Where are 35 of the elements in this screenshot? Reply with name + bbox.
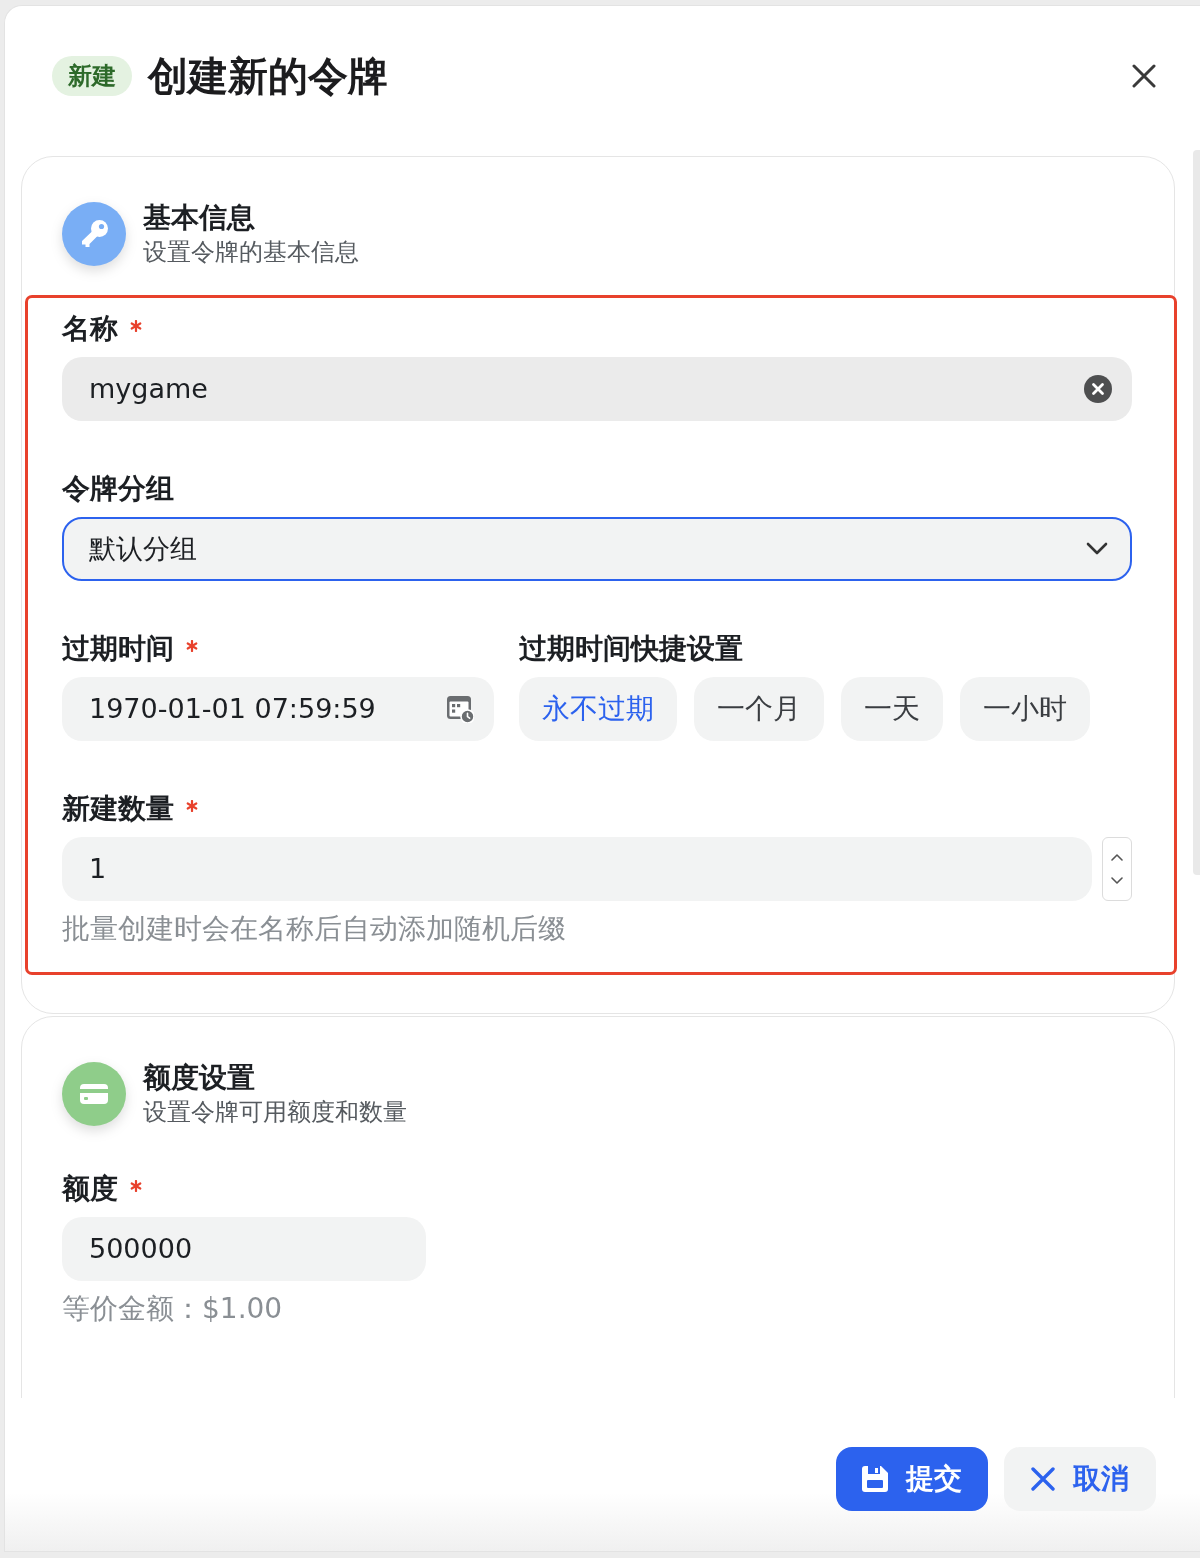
chevron-down-icon[interactable] [1086,542,1108,556]
calendar-clock-icon[interactable] [446,694,474,723]
preset-button[interactable]: 永不过期 [519,676,677,741]
field-label: 额度 [62,1172,118,1205]
chevron-down-icon[interactable] [1111,876,1123,886]
section-title: 基本信息 [143,201,256,234]
help-text: 批量创建时会在名称后自动添加随机后缀 [62,912,567,945]
section-subtitle: 设置令牌的基本信息 [143,237,359,266]
credit-card-icon [62,1061,126,1126]
chevron-up-icon[interactable] [1111,852,1123,862]
submit-button[interactable]: 提交 [836,1447,988,1512]
save-icon[interactable] [862,1466,888,1493]
dialog-title: 创建新的令牌 [148,52,388,101]
amount-input[interactable]: 500000 [62,1216,426,1281]
number-input[interactable]: 1 [62,836,1092,901]
field-label: 令牌分组 [62,472,174,505]
preset-button[interactable]: 一天 [841,676,943,741]
close-icon[interactable] [1031,1467,1055,1492]
field-label: 过期时间快捷设置 [519,632,743,665]
datetime-input[interactable]: 1970-01-01 07:59:59 [62,676,494,741]
section-subtitle: 设置令牌可用额度和数量 [143,1097,407,1126]
preset-button[interactable]: 一小时 [960,676,1090,741]
cancel-button[interactable]: 取消 [1004,1447,1156,1512]
key-icon [62,201,126,266]
clear-icon[interactable] [1084,374,1112,403]
field-label: 名称 [62,312,118,345]
preset-button[interactable]: 一个月 [694,676,824,741]
close-button[interactable] [1132,64,1156,89]
section-title: 额度设置 [143,1061,256,1094]
text-input[interactable]: mygame [62,356,1132,421]
field-label: 新建数量 [62,792,174,825]
field-label: 过期时间 [62,632,174,665]
select-field[interactable]: 默认分组 [62,516,1132,581]
help-text: 等价金额：$1.00 [62,1292,284,1325]
status-tag: 新建 [52,56,132,97]
